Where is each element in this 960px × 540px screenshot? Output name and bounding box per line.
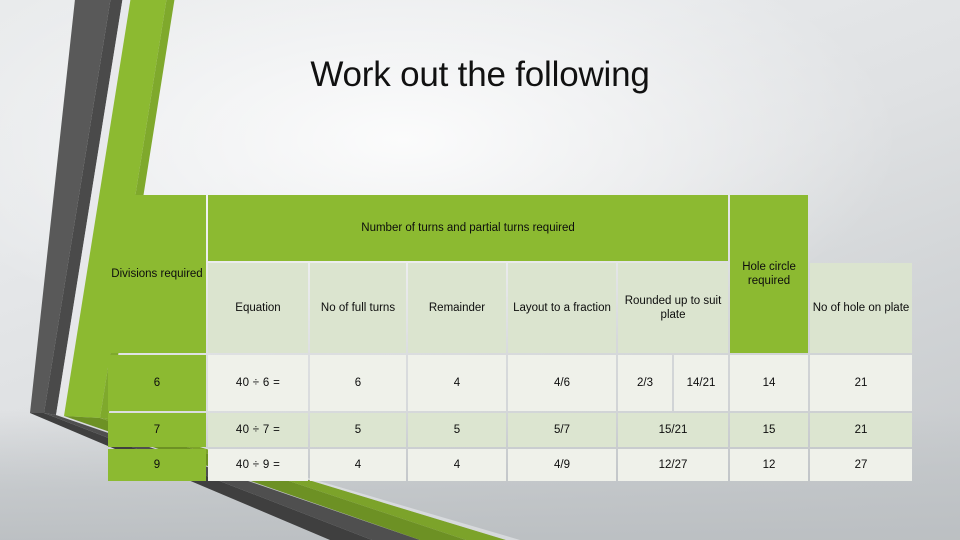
cell-equation-row1: 40 ÷ 6 =: [208, 355, 308, 411]
cell-full-turns-row2: 5: [310, 413, 406, 447]
slide-canvas: Work out the following Divisions require…: [0, 0, 960, 540]
column-header-no-of-hole-on-plate: No of hole on plate: [810, 263, 913, 353]
table-row: 9 40 ÷ 9 = 4 4 4/9 12/27 12 27: [108, 449, 913, 481]
cell-full-turns-row3: 4: [310, 449, 406, 481]
cell-layout-fraction-row1: 4/6: [508, 355, 616, 411]
cell-hole-circle-row1: 21: [810, 355, 913, 411]
header-hole-circle-required: Hole circle required: [730, 195, 809, 353]
column-header-remainder: Remainder: [408, 263, 506, 353]
cell-rounded-up-plate-row1: 14/21: [674, 355, 729, 411]
cell-holes-on-plate-row3: 12: [730, 449, 809, 481]
cell-equation-row3: 40 ÷ 9 =: [208, 449, 308, 481]
cell-remainder-row1: 4: [408, 355, 506, 411]
cell-divisions-required-row3: 9: [108, 449, 206, 481]
column-header-equation: Equation: [208, 263, 308, 353]
cell-layout-fraction-row3: 4/9: [508, 449, 616, 481]
cell-rounded-up-simplified-row1: 2/3: [618, 355, 672, 411]
cell-divisions-required-row1: 6: [108, 355, 206, 411]
divisions-table: Divisions required Number of turns and p…: [106, 193, 914, 483]
cell-rounded-up-row3: 12/27: [618, 449, 729, 481]
cell-hole-circle-row2: 21: [810, 413, 913, 447]
column-header-layout-to-a-fraction: Layout to a fraction: [508, 263, 616, 353]
cell-equation-row2: 40 ÷ 7 =: [208, 413, 308, 447]
cell-rounded-up-row2: 15/21: [618, 413, 729, 447]
cell-divisions-required-row2: 7: [108, 413, 206, 447]
cell-holes-on-plate-row1: 14: [730, 355, 809, 411]
column-header-full-turns: No of full turns: [310, 263, 406, 353]
cell-hole-circle-row3: 27: [810, 449, 913, 481]
column-header-rounded-up-to-suit-plate: Rounded up to suit plate: [618, 263, 729, 353]
cell-layout-fraction-row2: 5/7: [508, 413, 616, 447]
header-divisions-required: Divisions required: [108, 195, 206, 353]
cell-full-turns-row1: 6: [310, 355, 406, 411]
cell-holes-on-plate-row2: 15: [730, 413, 809, 447]
divisions-table-wrapper: Divisions required Number of turns and p…: [106, 193, 913, 483]
header-number-of-turns: Number of turns and partial turns requir…: [208, 195, 729, 261]
cell-remainder-row2: 5: [408, 413, 506, 447]
table-row: 6 40 ÷ 6 = 6 4 4/6 2/3 14/21 14 21: [108, 355, 913, 411]
cell-remainder-row3: 4: [408, 449, 506, 481]
page-title: Work out the following: [310, 55, 650, 94]
table-group-header-row: Divisions required Number of turns and p…: [108, 195, 912, 353]
table-row: 7 40 ÷ 7 = 5 5 5/7 15/21 15 21: [108, 413, 913, 447]
